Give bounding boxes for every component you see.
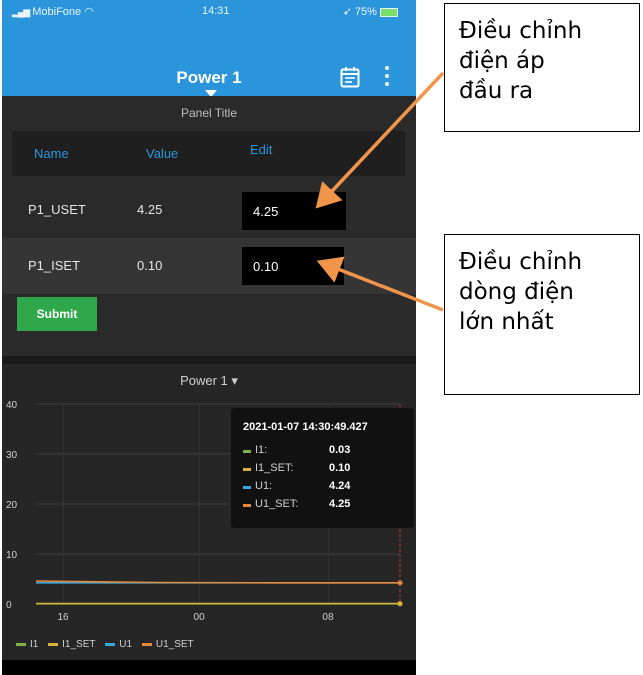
annotation-arrows xyxy=(315,71,445,312)
voltage-arrow xyxy=(315,71,445,209)
stage: ▂▄▆ MobiFone ◠ 14:31 ➶ 75% Power 1 Panel … xyxy=(0,0,643,675)
current-arrow xyxy=(316,256,444,312)
